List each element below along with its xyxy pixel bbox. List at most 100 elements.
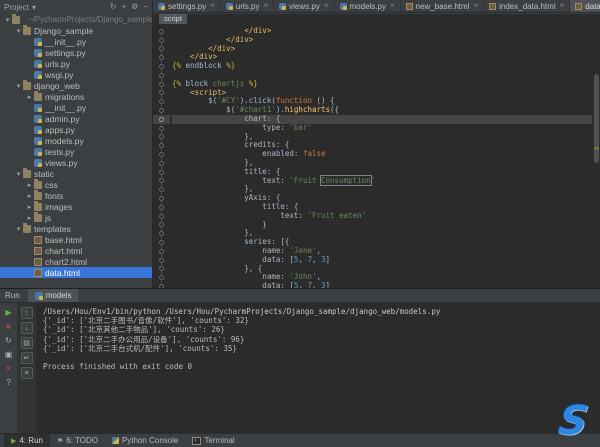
fold-marker-icon[interactable]	[153, 80, 170, 89]
stop-icon[interactable]: ■	[3, 321, 14, 332]
chevron-right-icon[interactable]: ▸	[25, 181, 34, 189]
tab-new_base.html[interactable]: new_base.html×	[401, 0, 484, 12]
fold-marker-icon[interactable]	[153, 36, 170, 45]
fold-marker-icon[interactable]	[153, 229, 170, 238]
tree-item-__init__.py[interactable]: __init__.py	[0, 102, 152, 113]
fold-marker-icon[interactable]	[153, 194, 170, 203]
restore-layout-icon[interactable]: ↻	[3, 335, 14, 346]
fold-marker-icon[interactable]	[153, 27, 170, 36]
tab-models.py[interactable]: models.py×	[335, 0, 401, 12]
scroll-end-icon[interactable]: ≡	[21, 367, 33, 379]
fold-marker-icon[interactable]	[153, 265, 170, 274]
pin-icon[interactable]: ▣	[3, 349, 14, 360]
close-icon[interactable]: ×	[210, 2, 215, 10]
fold-marker-icon[interactable]	[153, 124, 170, 133]
chevron-right-icon[interactable]: ▸	[25, 214, 34, 222]
fold-marker-icon[interactable]	[153, 106, 170, 115]
fold-marker-icon[interactable]	[153, 177, 170, 186]
fold-marker-icon[interactable]	[153, 273, 170, 282]
fold-marker-icon[interactable]	[153, 150, 170, 159]
tab-settings.py[interactable]: settings.py×	[153, 0, 221, 12]
run-config-tab[interactable]: models	[28, 289, 79, 302]
chevron-down-icon[interactable]: ▾	[14, 82, 23, 90]
tree-item-Django_sample[interactable]: ▾Django_sample	[0, 25, 152, 36]
soft-wrap-icon[interactable]: ↵	[21, 352, 33, 364]
toolwindow-button-python-console[interactable]: Python Console	[105, 434, 185, 447]
settings-gear-icon[interactable]: ⚙	[131, 0, 138, 14]
fold-marker-icon[interactable]	[153, 115, 170, 124]
fold-marker-icon[interactable]	[153, 45, 170, 54]
fold-marker-icon[interactable]	[153, 141, 170, 150]
tree-item-chart.html[interactable]: chart.html	[0, 245, 152, 256]
fold-marker-icon[interactable]	[153, 71, 170, 80]
rerun-icon[interactable]: ▶	[3, 307, 14, 318]
fold-marker-icon[interactable]	[153, 62, 170, 71]
hide-panel-icon[interactable]: −	[143, 0, 148, 14]
tree-item-wsgi.py[interactable]: wsgi.py	[0, 69, 152, 80]
chevron-down-icon[interactable]: ▾	[3, 16, 12, 24]
add-icon[interactable]: +	[121, 0, 126, 14]
toolwindow-button-terminal[interactable]: ›Terminal	[185, 434, 241, 447]
tree-item-tests.py[interactable]: tests.py	[0, 146, 152, 157]
toolwindow-button-6-todo[interactable]: ⚑6: TODO	[50, 434, 105, 447]
console-settings-icon[interactable]: ▤	[21, 337, 33, 349]
tree-item-settings.py[interactable]: settings.py	[0, 47, 152, 58]
tree-item-chart2.html[interactable]: chart2.html	[0, 256, 152, 267]
fold-marker-icon[interactable]	[153, 168, 170, 177]
fold-marker-icon[interactable]	[153, 159, 170, 168]
tree-item-urls.py[interactable]: urls.py	[0, 58, 152, 69]
fold-marker-icon[interactable]	[153, 238, 170, 247]
refresh-icon[interactable]: ↻	[110, 0, 117, 14]
help-icon[interactable]: ?	[3, 377, 14, 388]
close-icon[interactable]: ×	[324, 2, 329, 10]
tree-item-templates[interactable]: ▾templates	[0, 223, 152, 234]
fold-marker-icon[interactable]	[153, 256, 170, 265]
chevron-down-icon[interactable]: ▾	[14, 27, 23, 35]
fold-marker-icon[interactable]	[153, 89, 170, 98]
chevron-down-icon[interactable]: ▾	[14, 170, 23, 178]
tree-item-__init__.py[interactable]: __init__.py	[0, 36, 152, 47]
tree-item-admin.py[interactable]: admin.py	[0, 113, 152, 124]
fold-marker-icon[interactable]	[153, 212, 170, 221]
tree-item-css[interactable]: ▸css	[0, 179, 152, 190]
tree-item-static[interactable]: ▾static	[0, 168, 152, 179]
chevron-right-icon[interactable]: ▸	[25, 203, 34, 211]
toolwindow-button-4-run[interactable]: ▶4: Run	[4, 434, 50, 447]
tree-item-js[interactable]: ▸js	[0, 212, 152, 223]
tree-item-data.html[interactable]: data.html	[0, 267, 152, 278]
fold-marker-icon[interactable]	[153, 221, 170, 230]
tree-item-django_web[interactable]: ▾django_web	[0, 80, 152, 91]
tab-index_data.html[interactable]: index_data.html×	[484, 0, 570, 12]
tree-item-fonts[interactable]: ▸fonts	[0, 190, 152, 201]
chevron-right-icon[interactable]: ▸	[25, 93, 34, 101]
chevron-right-icon[interactable]: ▸	[25, 192, 34, 200]
up-stack-icon[interactable]: ↑	[21, 307, 33, 319]
close-icon[interactable]: ×	[3, 363, 14, 374]
close-icon[interactable]: ×	[473, 2, 478, 10]
editor-gutter[interactable]	[153, 27, 170, 288]
down-stack-icon[interactable]: ↓	[21, 322, 33, 334]
fold-marker-icon[interactable]	[153, 133, 170, 142]
fold-marker-icon[interactable]	[153, 53, 170, 62]
console-output[interactable]: /Users/Hou/Env1/bin/python /Users/Hou/Py…	[43, 307, 596, 431]
tab-data.html[interactable]: data.html×	[570, 0, 600, 12]
tree-item-migrations[interactable]: ▸migrations	[0, 91, 152, 102]
code-editor[interactable]: script </div> </div> </div> </div>{% end…	[153, 14, 600, 288]
fold-marker-icon[interactable]	[153, 185, 170, 194]
chevron-down-icon[interactable]: ▾	[14, 225, 23, 233]
tree-item-images[interactable]: ▸images	[0, 201, 152, 212]
close-icon[interactable]: ×	[390, 2, 395, 10]
fold-marker-icon[interactable]	[153, 203, 170, 212]
tree-item-base.html[interactable]: base.html	[0, 234, 152, 245]
close-icon[interactable]: ×	[263, 2, 268, 10]
fold-marker-icon[interactable]	[153, 97, 170, 106]
close-icon[interactable]: ×	[560, 2, 565, 10]
tree-item-Django_sample[interactable]: ▾Django_sample~/PycharmProjects/Django_s…	[0, 14, 152, 25]
tree-item-views.py[interactable]: views.py	[0, 157, 152, 168]
tree-item-apps.py[interactable]: apps.py	[0, 124, 152, 135]
fold-marker-icon[interactable]	[153, 247, 170, 256]
tree-item-models.py[interactable]: models.py	[0, 135, 152, 146]
editor-scrollbar[interactable]	[593, 27, 600, 288]
project-panel-selector[interactable]: Project ▾	[4, 3, 36, 12]
tab-views.py[interactable]: views.py×	[274, 0, 334, 12]
